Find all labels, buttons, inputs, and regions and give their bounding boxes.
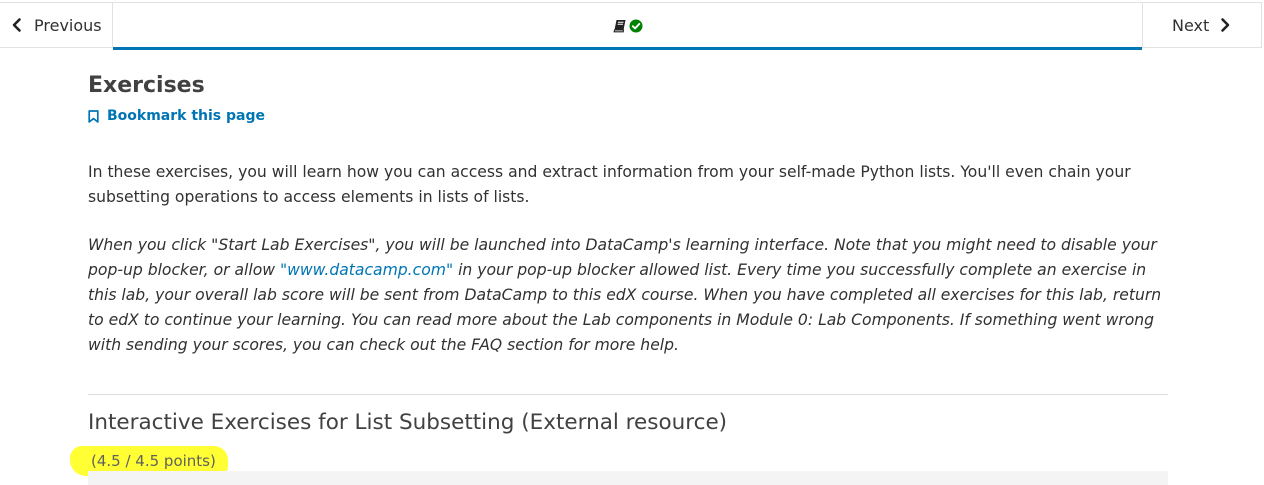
book-icon — [613, 19, 625, 32]
next-button[interactable]: Next — [1142, 2, 1262, 48]
instructions-paragraph: When you click "Start Lab Exercises", yo… — [88, 233, 1168, 358]
check-circle-icon — [629, 19, 642, 32]
tab-icons — [613, 19, 643, 33]
unit-navigation: Previous Next — [0, 0, 1262, 50]
chevron-left-icon — [12, 18, 21, 32]
bookmark-icon — [88, 109, 99, 123]
datacamp-link[interactable]: "www.datacamp.com" — [280, 261, 453, 279]
problem-score: (4.5 / 4.5 points) — [91, 452, 216, 470]
problem-title: Interactive Exercises for List Subsettin… — [88, 410, 728, 435]
next-label: Next — [1172, 15, 1210, 35]
section-divider — [88, 394, 1168, 395]
previous-label: Previous — [34, 15, 102, 35]
previous-button[interactable]: Previous — [0, 2, 113, 48]
intro-paragraph: In these exercises, you will learn how y… — [88, 163, 1131, 206]
lab-container — [88, 471, 1168, 485]
tab-current-unit[interactable] — [113, 2, 1142, 50]
page-title: Exercises — [88, 73, 205, 98]
chevron-right-icon — [1221, 18, 1230, 32]
bookmark-button[interactable]: Bookmark this page — [88, 108, 265, 124]
bookmark-label: Bookmark this page — [107, 108, 265, 124]
